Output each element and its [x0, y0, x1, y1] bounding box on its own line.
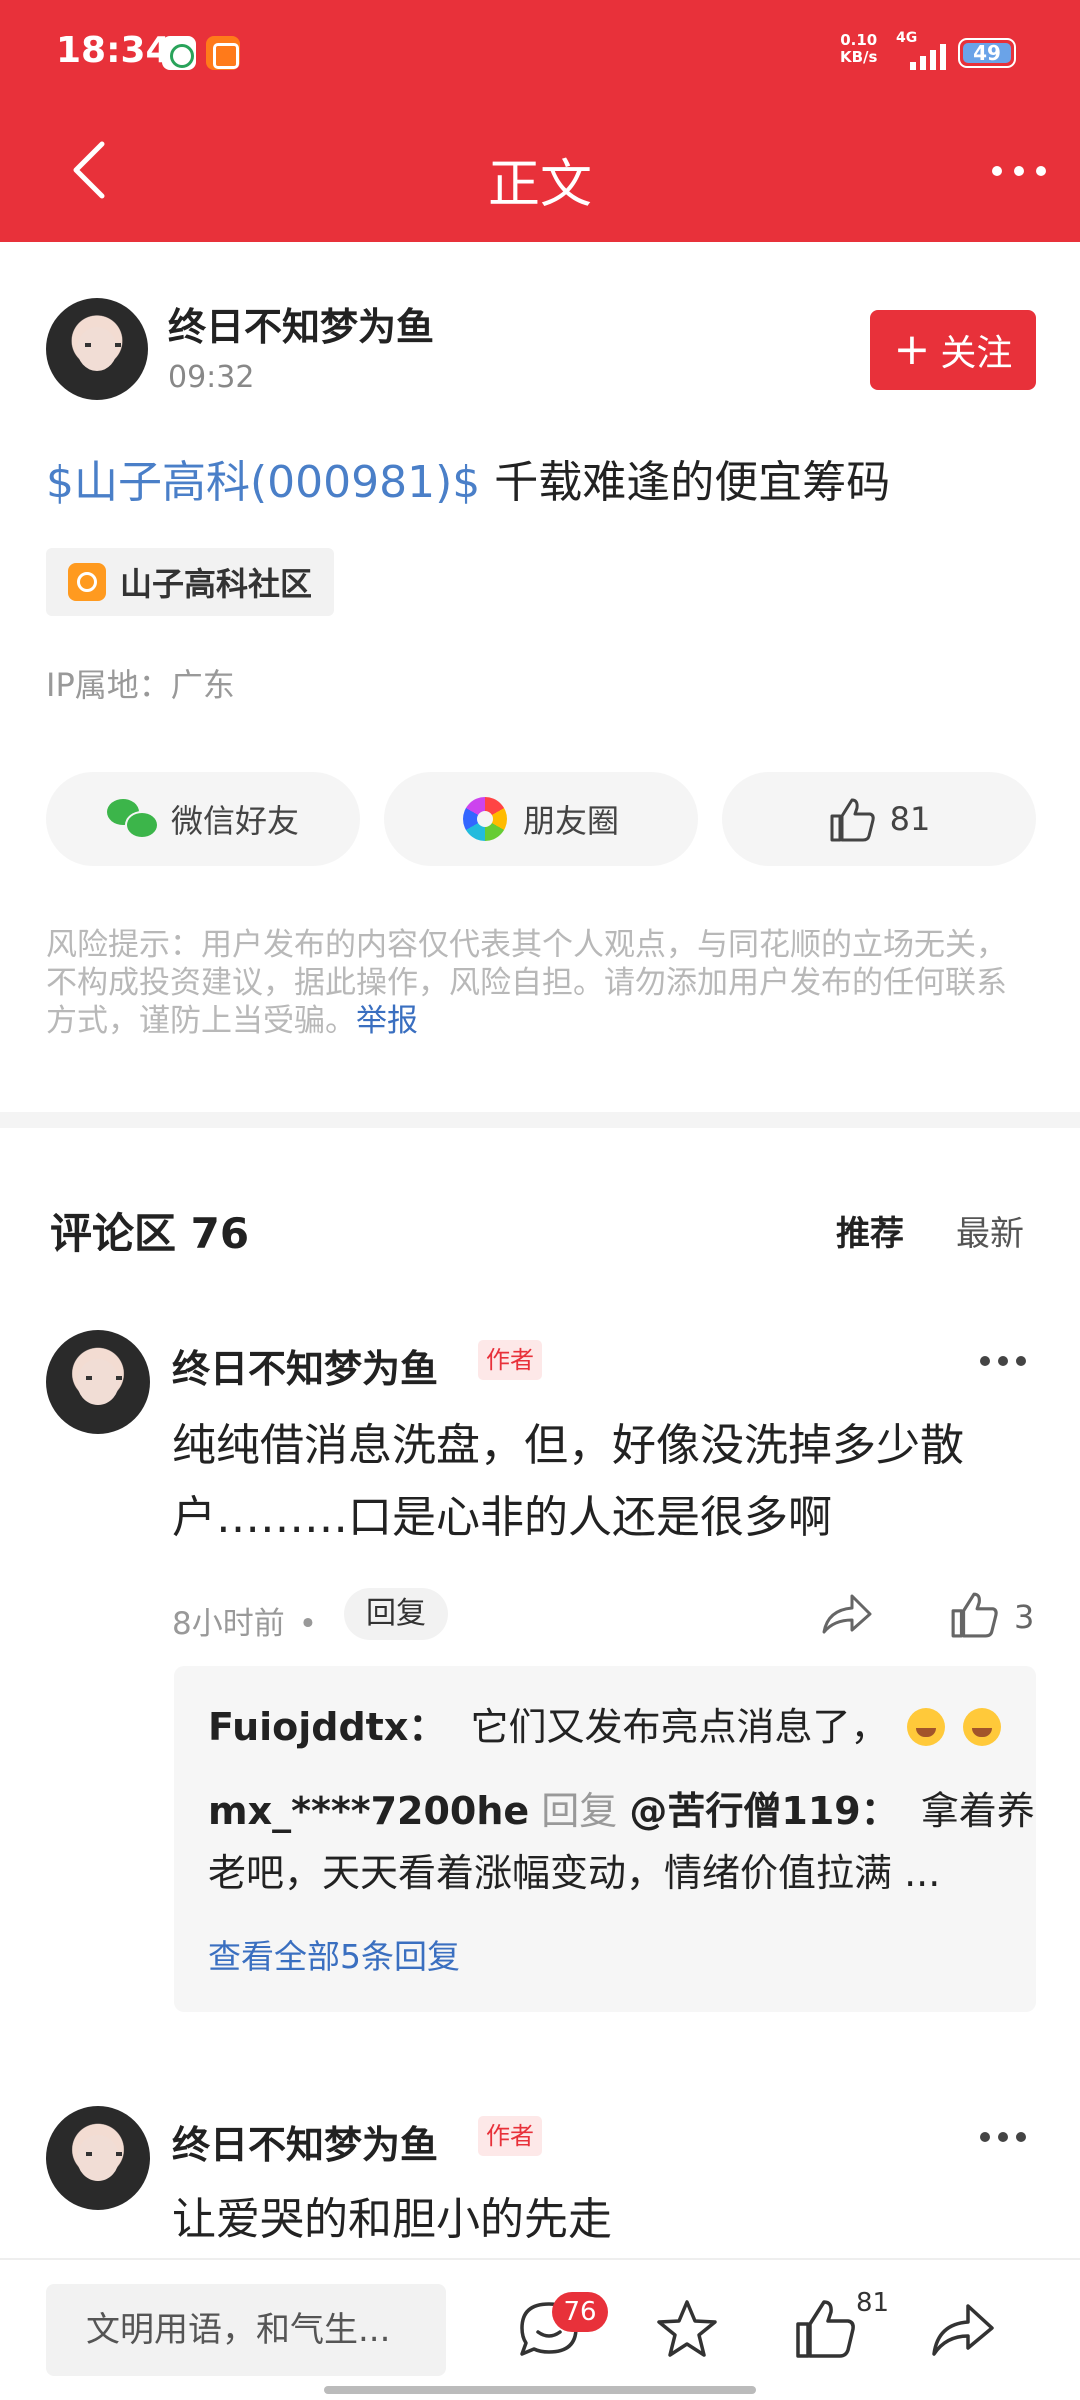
report-link[interactable]: 举报: [356, 1003, 418, 1039]
comment-author[interactable]: 终日不知梦为鱼: [172, 2114, 438, 2169]
reply-user[interactable]: Fuiojddtx：: [208, 1705, 446, 1749]
signal-icon: 4G: [896, 30, 952, 70]
plus-icon: +: [893, 324, 931, 375]
app-notification-icon: [206, 36, 240, 70]
share-icon[interactable]: [930, 2298, 996, 2360]
comment-input[interactable]: 文明用语，和气生...: [46, 2284, 446, 2376]
sort-latest-tab[interactable]: 最新: [956, 1206, 1024, 1255]
view-all-replies-link[interactable]: 查看全部5条回复: [208, 1930, 460, 1978]
risk-notice: 风险提示：用户发布的内容仅代表其个人观点，与同花顺的立场无关，不构成投资建议，据…: [46, 927, 1007, 1039]
reply-item-continued: 老吧，天天看着涨幅变动，情绪价值拉满 ...: [208, 1851, 941, 1895]
like-button[interactable]: 81: [722, 772, 1036, 866]
more-icon[interactable]: [980, 1354, 1030, 1368]
crying-laugh-emoji-icon: [962, 1708, 1001, 1746]
comment-count-badge: 76: [552, 2292, 608, 2332]
star-icon[interactable]: [654, 2298, 720, 2360]
avatar[interactable]: [46, 298, 148, 400]
share-icon[interactable]: [820, 1590, 874, 1636]
top-bar: 18:34 0.10 KB/s 4G 49 正文: [0, 0, 1080, 242]
more-icon[interactable]: [990, 160, 1050, 180]
author-badge: 作者: [478, 1340, 542, 1380]
comment-text: 让爱哭的和胆小的先走: [172, 2194, 612, 2245]
follow-button[interactable]: + 关注: [870, 310, 1036, 390]
community-label: 山子高科社区: [120, 565, 313, 603]
comment-author[interactable]: 终日不知梦为鱼: [172, 1338, 438, 1393]
follow-label: 关注: [940, 333, 1013, 374]
share-wechat-button[interactable]: 微信好友: [46, 772, 360, 866]
post-title-text: 千载难逢的便宜筹码: [494, 457, 891, 508]
crying-laugh-emoji-icon: [906, 1708, 945, 1746]
share-moments-button[interactable]: 朋友圈: [384, 772, 698, 866]
post-time: 09:32: [168, 360, 255, 395]
reply-target-user[interactable]: @苦行僧119：: [629, 1789, 898, 1833]
bottom-action-bar: 文明用语，和气生... 76 81: [0, 2258, 1080, 2400]
sort-recommended-tab[interactable]: 推荐: [836, 1206, 904, 1255]
like-count: 81: [856, 2288, 890, 2318]
section-divider: [0, 1112, 1080, 1128]
net-speed: 0.10 KB/s: [840, 31, 878, 66]
author-badge: 作者: [478, 2116, 542, 2156]
post-title: $山子高科(000981)$ 千载难逢的便宜筹码: [46, 446, 890, 510]
reply-item: Fuiojddtx： 它们又发布亮点消息了，: [208, 1696, 1001, 1751]
share-row: 微信好友 朋友圈 81: [46, 772, 1036, 866]
ip-location: IP属地：广东: [46, 666, 235, 704]
battery-icon: 49: [958, 38, 1016, 68]
post-author-name[interactable]: 终日不知梦为鱼: [168, 296, 434, 351]
moments-icon: [462, 797, 507, 841]
stock-link[interactable]: $山子高科(000981)$: [46, 457, 480, 508]
home-indicator: [324, 2386, 756, 2394]
thumbs-up-icon[interactable]: [948, 1590, 1000, 1638]
community-tag[interactable]: 山子高科社区: [46, 548, 335, 616]
comments-header: 评论区 76: [50, 1209, 250, 1258]
thumbs-up-icon: [830, 798, 875, 842]
reply-item: mx_****7200he 回复 @苦行僧119： 拿着养: [208, 1789, 1035, 1833]
avatar[interactable]: [46, 1330, 150, 1434]
more-icon[interactable]: [980, 2130, 1030, 2144]
avatar[interactable]: [46, 2106, 150, 2210]
wechat-icon: [106, 799, 159, 839]
status-bar: 18:34 0.10 KB/s 4G 49: [0, 0, 1080, 100]
thumbs-up-icon[interactable]: [792, 2298, 858, 2360]
reply-box: Fuiojddtx： 它们又发布亮点消息了， mx_****7200he 回复 …: [174, 1666, 1036, 2012]
reply-user[interactable]: mx_****7200he: [208, 1789, 529, 1833]
status-time: 18:34: [56, 30, 171, 71]
comment-text: 纯纯借消息洗盘，但，好像没洗掉多少散 户………口是心非的人还是很多啊: [172, 1420, 964, 1543]
page-title: 正文: [487, 155, 592, 215]
like-count: 81: [889, 800, 931, 838]
app-notification-icon: [162, 36, 196, 70]
community-icon: [68, 563, 106, 601]
reply-button[interactable]: 回复: [344, 1588, 448, 1640]
nav-bar: 正文: [0, 100, 1080, 242]
comment-time: 8小时前 •: [172, 1606, 318, 1642]
comment-like-count: 3: [1014, 1598, 1035, 1636]
